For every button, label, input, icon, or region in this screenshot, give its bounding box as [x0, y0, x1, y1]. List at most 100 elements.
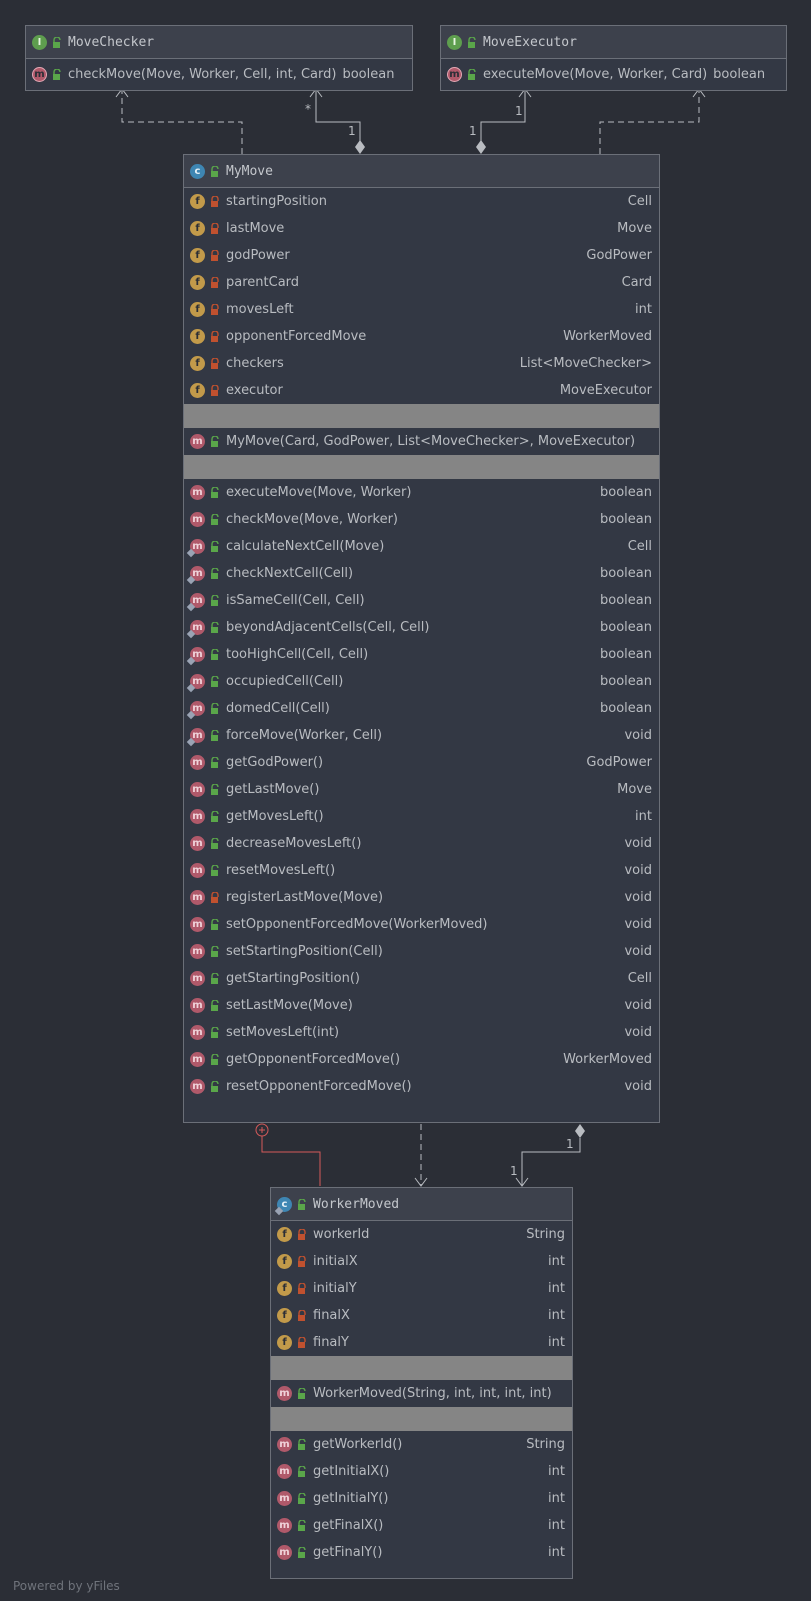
method-icon: m — [190, 944, 205, 959]
method-icon: m — [190, 1025, 205, 1040]
method-name: getInitialX() — [313, 1464, 390, 1479]
method-row[interactable]: m resetOpponentForcedMove() void — [184, 1073, 659, 1100]
public-lock-icon — [298, 1388, 306, 1399]
method-row[interactable]: m checkMove(Move, Worker) boolean — [184, 506, 659, 533]
method-name: occupiedCell(Cell) — [226, 674, 344, 689]
method-row[interactable]: m resetMovesLeft() void — [184, 857, 659, 884]
method-name: getStartingPosition() — [226, 971, 360, 986]
public-lock-icon — [298, 1198, 306, 1210]
method-row[interactable]: m getFinalX() int — [271, 1512, 572, 1539]
field-row[interactable]: f parentCard Card — [184, 269, 659, 296]
method-row[interactable]: m setStartingPosition(Cell) void — [184, 938, 659, 965]
method-row[interactable]: m beyondAdjacentCells(Cell, Cell) boolean — [184, 614, 659, 641]
method-icon: m — [190, 1052, 205, 1067]
field-type: Cell — [627, 194, 652, 209]
public-lock-icon — [298, 1439, 306, 1450]
public-lock-icon — [211, 757, 219, 768]
node-moveexecutor-header[interactable]: I MoveExecutor — [441, 26, 786, 59]
method-row[interactable]: m getGodPower() GodPower — [184, 749, 659, 776]
private-lock-icon — [298, 1337, 306, 1348]
field-row[interactable]: f movesLeft int — [184, 296, 659, 323]
private-lock-icon — [211, 358, 219, 369]
method-icon: m — [190, 971, 205, 986]
interface-icon: I — [447, 34, 462, 50]
method-row[interactable]: m checkNextCell(Cell) boolean — [184, 560, 659, 587]
field-icon: f — [190, 194, 205, 209]
field-row[interactable]: f initialX int — [271, 1248, 572, 1275]
field-type: int — [548, 1335, 565, 1350]
method-row[interactable]: m getOpponentForcedMove() WorkerMoved — [184, 1046, 659, 1073]
node-mymove-header[interactable]: c MyMove — [184, 155, 659, 188]
node-movechecker[interactable]: I MoveChecker m checkMove(Move, Worker, … — [25, 25, 413, 91]
edge-implements-moveexecutor — [599, 89, 700, 154]
field-row[interactable]: f finalX int — [271, 1302, 572, 1329]
multiplicity-moveexecutor-source: 1 — [469, 124, 477, 138]
field-row[interactable]: f godPower GodPower — [184, 242, 659, 269]
field-icon: f — [190, 275, 205, 290]
public-lock-icon — [211, 595, 219, 606]
public-lock-icon — [211, 730, 219, 741]
public-lock-icon — [298, 1520, 306, 1531]
method-row[interactable]: m tooHighCell(Cell, Cell) boolean — [184, 641, 659, 668]
method-row[interactable]: m getStartingPosition() Cell — [184, 965, 659, 992]
method-row[interactable]: m isSameCell(Cell, Cell) boolean — [184, 587, 659, 614]
method-row[interactable]: m getInitialX() int — [271, 1458, 572, 1485]
public-lock-icon — [211, 622, 219, 633]
method-type: void — [624, 863, 652, 878]
method-row[interactable]: m setLastMove(Move) void — [184, 992, 659, 1019]
method-row[interactable]: m occupiedCell(Cell) boolean — [184, 668, 659, 695]
method-row[interactable]: m decreaseMovesLeft() void — [184, 830, 659, 857]
method-name: getLastMove() — [226, 782, 320, 797]
constructor-row[interactable]: m WorkerMoved(String, int, int, int, int) — [271, 1380, 572, 1407]
public-lock-icon — [211, 1027, 219, 1038]
uml-diagram-canvas: * 1 1 1 1 1 I MoveChecker m checkMove(Mo… — [0, 0, 811, 1601]
method-row[interactable]: m domedCell(Cell) boolean — [184, 695, 659, 722]
method-row[interactable]: m getWorkerId() String — [271, 1431, 572, 1458]
method-icon: m — [190, 917, 205, 932]
public-lock-icon — [211, 676, 219, 687]
public-lock-icon — [211, 1054, 219, 1065]
multiplicity-movechecker-target: * — [305, 102, 311, 116]
public-lock-icon — [211, 946, 219, 957]
method-row[interactable]: m calculateNextCell(Move) Cell — [184, 533, 659, 560]
field-row[interactable]: f checkers List<MoveChecker> — [184, 350, 659, 377]
method-row[interactable]: m registerLastMove(Move) void — [184, 884, 659, 911]
public-lock-icon — [211, 165, 219, 177]
method-row[interactable]: m getFinalY() int — [271, 1539, 572, 1566]
method-row[interactable]: m getInitialY() int — [271, 1485, 572, 1512]
field-row[interactable]: f executor MoveExecutor — [184, 377, 659, 404]
node-movechecker-header[interactable]: I MoveChecker — [26, 26, 412, 59]
method-type: int — [635, 809, 652, 824]
public-lock-icon — [211, 973, 219, 984]
node-workermoved[interactable]: c WorkerMoved f workerId String f initialX in… — [270, 1187, 573, 1579]
node-moveexecutor[interactable]: I MoveExecutor m executeMove(Move, Worke… — [440, 25, 787, 91]
private-lock-icon — [298, 1283, 306, 1294]
public-lock-icon — [468, 69, 476, 80]
field-row[interactable]: f lastMove Move — [184, 215, 659, 242]
mymove-methods: m executeMove(Move, Worker) boolean m checkM… — [184, 479, 659, 1100]
method-name: getFinalX() — [313, 1518, 384, 1533]
node-workermoved-header[interactable]: c WorkerMoved — [271, 1188, 572, 1221]
field-name: parentCard — [226, 275, 300, 290]
private-lock-icon — [211, 223, 219, 234]
method-row[interactable]: m checkMove(Move, Worker, Cell, int, Car… — [26, 59, 412, 90]
method-row[interactable]: m setOpponentForcedMove(WorkerMoved) void — [184, 911, 659, 938]
method-type: WorkerMoved — [563, 1052, 652, 1067]
edge-aggregation-movechecker-diamond — [355, 140, 365, 154]
field-row[interactable]: f opponentForcedMove WorkerMoved — [184, 323, 659, 350]
method-row[interactable]: m getMovesLeft() int — [184, 803, 659, 830]
method-row[interactable]: m executeMove(Move, Worker) boolean — [184, 479, 659, 506]
workermoved-methods: m getWorkerId() String m getInitialX() int m ge… — [271, 1431, 572, 1566]
field-row[interactable]: f startingPosition Cell — [184, 188, 659, 215]
workermoved-constructors: m WorkerMoved(String, int, int, int, int) — [271, 1380, 572, 1407]
method-row[interactable]: m setMovesLeft(int) void — [184, 1019, 659, 1046]
method-row[interactable]: m forceMove(Worker, Cell) void — [184, 722, 659, 749]
method-row[interactable]: m getLastMove() Move — [184, 776, 659, 803]
field-type: int — [548, 1254, 565, 1269]
field-row[interactable]: f workerId String — [271, 1221, 572, 1248]
node-mymove[interactable]: c MyMove f startingPosition Cell f lastMove M… — [183, 154, 660, 1123]
field-row[interactable]: f finalY int — [271, 1329, 572, 1356]
method-row[interactable]: m executeMove(Move, Worker, Card) boolea… — [441, 59, 786, 90]
field-row[interactable]: f initialY int — [271, 1275, 572, 1302]
constructor-row[interactable]: m MyMove(Card, GodPower, List<MoveChecker… — [184, 428, 659, 455]
